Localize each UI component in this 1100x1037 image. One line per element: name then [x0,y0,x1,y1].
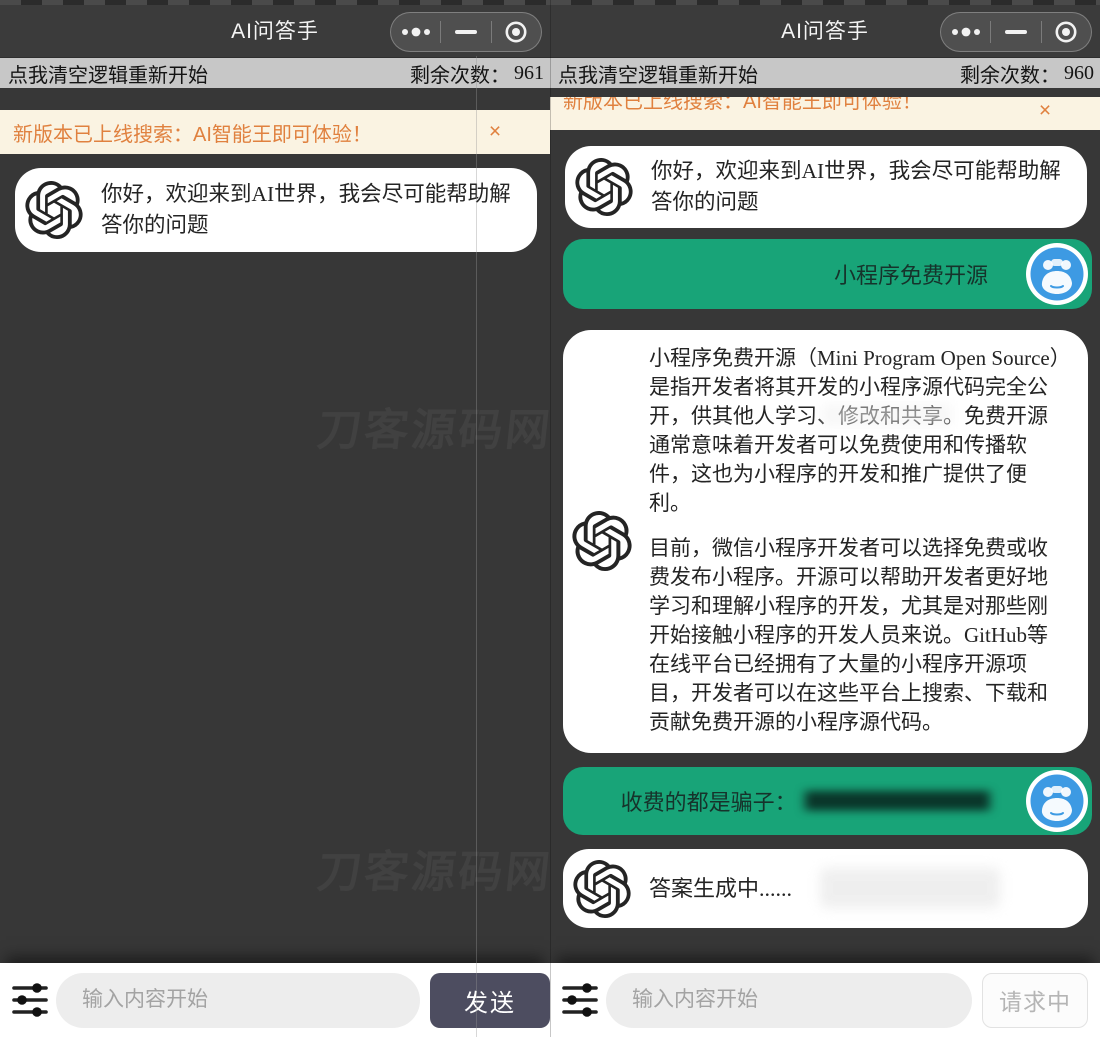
message-input[interactable] [632,988,952,1012]
capsule-menu[interactable] [390,12,542,52]
title-bar: AI问答手 [550,5,1100,58]
notice-text: 新版本已上线搜索：AI智能王即可体验！ [563,97,922,115]
user-message-text: 小程序免费开源 [834,258,988,290]
message-input[interactable] [82,988,400,1012]
message-input-wrapper [56,973,420,1028]
update-notice-banner: 新版本已上线搜索：AI智能王即可体验！ × [550,97,1100,130]
remaining-counter: 剩余次数： 961 [410,59,544,88]
session-toolbar: 点我清空逻辑重新开始 剩余次数： 961 [0,58,550,88]
update-notice-banner: 新版本已上线搜索：AI智能王即可体验！ × [0,110,550,154]
remaining-label: 剩余次数： [960,59,1060,88]
minimize-icon[interactable] [444,12,488,52]
more-icon[interactable] [944,12,988,52]
user-message-text: 收费的都是骗子： [621,785,797,817]
capsule-menu[interactable] [940,12,1092,52]
ai-paragraph: 小程序免费开源（Mini Program Open Source）是指开发者将其… [649,344,1064,518]
sliders-icon[interactable] [10,981,50,1019]
ai-message-text: 你好，欢迎来到AI世界，我会尽可能帮助解答你的问题 [101,179,517,241]
capsule-divider [491,21,492,43]
remaining-count: 961 [514,62,544,85]
remaining-label: 剩余次数： [410,59,510,88]
redacted-blurred-text: ████████████████ [805,792,988,811]
chat-scroll-area[interactable]: 新版本已上线搜索：AI智能王即可体验！ × 你好，欢迎来到AI世界，我会尽可能帮… [550,88,1100,963]
clear-context-button[interactable]: 点我清空逻辑重新开始 [558,59,758,88]
clear-context-button[interactable]: 点我清空逻辑重新开始 [8,59,208,88]
remaining-counter: 剩余次数： 960 [960,59,1094,88]
watermark-text: 刀客源码网 [315,394,550,458]
close-icon[interactable]: × [484,120,506,144]
capsule-divider [1041,21,1042,43]
chatgpt-logo-icon [569,856,635,922]
capsule-divider [990,21,991,43]
message-input-bar: 请求中 [550,963,1100,1037]
watermark-text: 刀客源码网 [315,836,550,900]
requesting-button: 请求中 [982,973,1088,1028]
ai-message-text: 小程序免费开源（Mini Program Open Source）是指开发者将其… [649,344,1064,737]
exit-icon[interactable] [1044,12,1088,52]
ai-message-bubble: 小程序免费开源（Mini Program Open Source）是指开发者将其… [563,330,1088,753]
remaining-count: 960 [1064,62,1094,85]
ai-message-bubble: 答案生成中...... [563,849,1088,928]
exit-icon[interactable] [494,12,538,52]
capsule-divider [440,21,441,43]
screenshot-stage: AI问答手 点我清空逻辑重新开始 剩余次数： 961 [0,0,1100,1037]
user-avatar [1025,242,1089,306]
user-message-bubble: 收费的都是骗子： ████████████████ [563,767,1092,835]
chatgpt-logo-icon [571,154,637,220]
message-input-bar: 发送 [0,963,550,1037]
mini-program-window-right: AI问答手 点我清空逻辑重新开始 剩余次数： 960 [550,0,1100,1037]
notice-text: 新版本已上线搜索：AI智能王即可体验！ [13,118,372,147]
ai-generating-text: 答案生成中...... [649,873,792,904]
title-bar: AI问答手 [0,5,550,58]
sliders-icon[interactable] [560,981,600,1019]
send-button[interactable]: 发送 [430,973,550,1028]
ai-paragraph: 目前，微信小程序开发者可以选择免费或收费发布小程序。开源可以帮助开发者更好地学习… [649,534,1064,737]
session-toolbar: 点我清空逻辑重新开始 剩余次数： 960 [550,58,1100,88]
user-message-bubble: 小程序免费开源 [563,239,1092,309]
ai-message-bubble: 你好，欢迎来到AI世界，我会尽可能帮助解答你的问题 [565,146,1087,228]
user-avatar [1025,769,1089,833]
ai-message-text: 你好，欢迎来到AI世界，我会尽可能帮助解答你的问题 [651,156,1067,218]
ai-message-bubble: 你好，欢迎来到AI世界，我会尽可能帮助解答你的问题 [15,168,537,252]
chatgpt-logo-icon [21,177,87,243]
message-input-wrapper [606,973,972,1028]
mini-program-window-left: AI问答手 点我清空逻辑重新开始 剩余次数： 961 [0,0,550,1037]
chat-scroll-area[interactable]: 刀客源码网 刀客源码网 新版本已上线搜索：AI智能王即可体验！ × 你好，欢迎来… [0,88,550,963]
more-icon[interactable] [394,12,438,52]
chatgpt-logo-icon [569,508,635,574]
minimize-icon[interactable] [994,12,1038,52]
close-icon[interactable]: × [1034,99,1056,123]
blurred-watermark-patch [820,868,1000,908]
